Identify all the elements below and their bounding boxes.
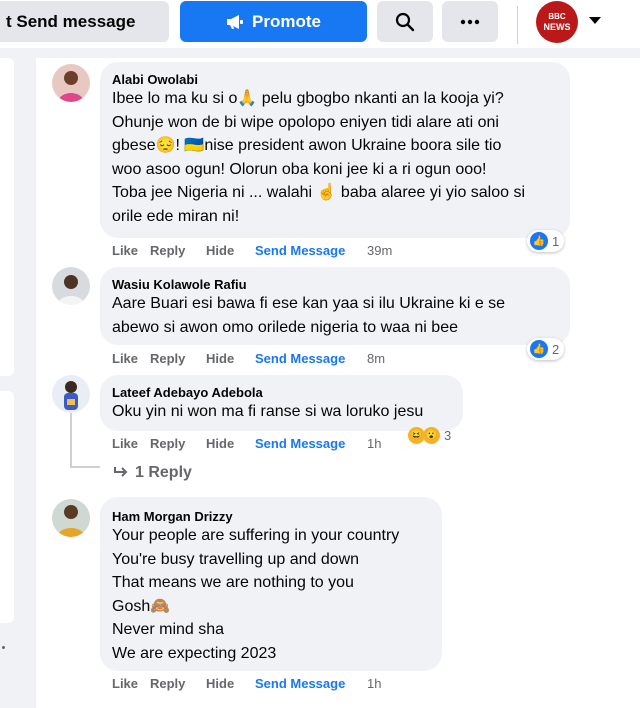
reply-thread-line: [70, 466, 100, 468]
avatar[interactable]: [52, 499, 90, 537]
comment-line: woo asoo ogun! Olorun oba koni jee ki a …: [112, 160, 487, 178]
hide-link[interactable]: Hide: [206, 436, 255, 451]
comment-author[interactable]: Alabi Owolabi: [112, 72, 558, 88]
reaction-number: 3: [444, 427, 452, 443]
comment-line: Ibee lo ma ku si o🙏 pelu gbogbo nkanti a…: [112, 90, 504, 107]
profile-avatar-bbc-news[interactable]: BBC NEWS: [536, 1, 578, 43]
hide-link[interactable]: Hide: [206, 243, 255, 258]
more-icon: [460, 19, 480, 24]
comment-actions: Like Reply Hide Send Message 1h: [112, 676, 381, 691]
comment-actions: Like Reply Hide Send Message 8m: [112, 351, 385, 366]
comment-timestamp[interactable]: 8m: [367, 351, 385, 366]
reply-link[interactable]: Reply: [150, 436, 206, 451]
comment-line: Oku yin ni won ma fi ranse si wa loruko …: [112, 403, 424, 420]
send-message-link[interactable]: Send Message: [255, 676, 367, 691]
send-message-link[interactable]: Send Message: [255, 436, 367, 451]
reaction-number: 1: [552, 233, 560, 249]
avatar[interactable]: [52, 375, 90, 413]
page-action-bar: t Send message Promote BBC NEWS: [0, 0, 640, 48]
promote-label: Promote: [252, 11, 321, 31]
like-reaction-icon: 👍: [530, 340, 548, 358]
logo-line2: NEWS: [543, 22, 571, 32]
avatar[interactable]: [52, 64, 90, 102]
reply-link[interactable]: Reply: [150, 351, 206, 366]
view-replies-link[interactable]: 1 Reply: [113, 464, 192, 482]
send-message-button[interactable]: t Send message: [0, 1, 169, 42]
comment-bubble: Lateef Adebayo Adebola Oku yin ni won ma…: [100, 375, 463, 431]
comment-timestamp[interactable]: 1h: [367, 676, 381, 691]
comment-line: We are expecting 2023: [112, 644, 277, 662]
comment-line: Never mind sha: [112, 621, 225, 638]
like-link[interactable]: Like: [112, 351, 150, 366]
reaction-number: 2: [552, 341, 560, 357]
comment-line: Aare Buari esi bawa fi ese kan yaa si il…: [112, 295, 506, 312]
comment-timestamp[interactable]: 1h: [367, 436, 381, 451]
wow-reaction-icon: 😮: [423, 426, 440, 444]
send-message-link[interactable]: Send Message: [255, 351, 367, 366]
left-column-card: [0, 391, 14, 623]
comment-author[interactable]: Lateef Adebayo Adebola: [112, 385, 451, 401]
comment-actions: Like Reply Hide Send Message 39m: [112, 243, 392, 258]
comment-line: That means we are nothing to you: [112, 574, 354, 591]
like-link[interactable]: Like: [112, 676, 150, 691]
hide-link[interactable]: Hide: [206, 351, 255, 366]
comment-timestamp[interactable]: 39m: [367, 243, 392, 258]
comment-bubble: Alabi Owolabi Ibee lo ma ku si o🙏 pelu g…: [100, 62, 570, 238]
like-link[interactable]: Like: [112, 436, 150, 451]
avatar[interactable]: [52, 267, 90, 305]
comment-line: Your people are suffering in your countr…: [112, 527, 400, 544]
send-message-link[interactable]: Send Message: [255, 243, 367, 258]
left-column-card: [0, 58, 14, 376]
divider: [517, 6, 518, 44]
comment-actions: Like Reply Hide Send Message 1h: [112, 436, 381, 451]
comment-line: orile ede miran ni!: [112, 207, 240, 225]
logo-line1: BBC: [548, 12, 566, 21]
megaphone-icon: [227, 14, 244, 29]
reaction-count[interactable]: 👍 1: [527, 230, 565, 252]
hide-link[interactable]: Hide: [206, 676, 255, 691]
comment-author[interactable]: Wasiu Kolawole Rafiu: [112, 277, 558, 293]
comment-line: Toba jee Nigeria ni ... walahi ☝️ baba a…: [112, 184, 526, 201]
like-link[interactable]: Like: [112, 243, 150, 258]
promote-button[interactable]: Promote: [180, 1, 367, 42]
left-column-dot: [2, 646, 5, 649]
search-icon: [395, 12, 415, 31]
comment-bubble: Ham Morgan Drizzy Your people are suffer…: [100, 497, 442, 671]
search-button[interactable]: [377, 1, 433, 42]
comment-line: Gosh🙈: [112, 597, 171, 615]
reply-arrow-icon: [114, 467, 128, 477]
comment-line: Ohunje won de bi wipe opolopo eniyen tid…: [112, 113, 499, 131]
reply-link[interactable]: Reply: [150, 676, 206, 691]
replies-count: 1 Reply: [135, 464, 192, 481]
comment-line: gbese😔! 🇺🇦nise president awon Ukraine bo…: [112, 137, 502, 154]
like-reaction-icon: 👍: [530, 232, 548, 250]
reaction-count[interactable]: 😆 😮 3: [405, 424, 456, 446]
comment-line: abewo si awon omo orilede nigeria to waa…: [112, 318, 458, 336]
comment-author[interactable]: Ham Morgan Drizzy: [112, 509, 430, 525]
chevron-down-icon[interactable]: [589, 17, 601, 24]
comment-bubble: Wasiu Kolawole Rafiu Aare Buari esi bawa…: [100, 267, 570, 345]
reply-thread-line: [70, 413, 72, 468]
reaction-count[interactable]: 👍 2: [527, 338, 565, 360]
more-options-button[interactable]: [442, 1, 498, 42]
reply-link[interactable]: Reply: [150, 243, 206, 258]
comment-line: You're busy travelling up and down: [112, 550, 360, 568]
